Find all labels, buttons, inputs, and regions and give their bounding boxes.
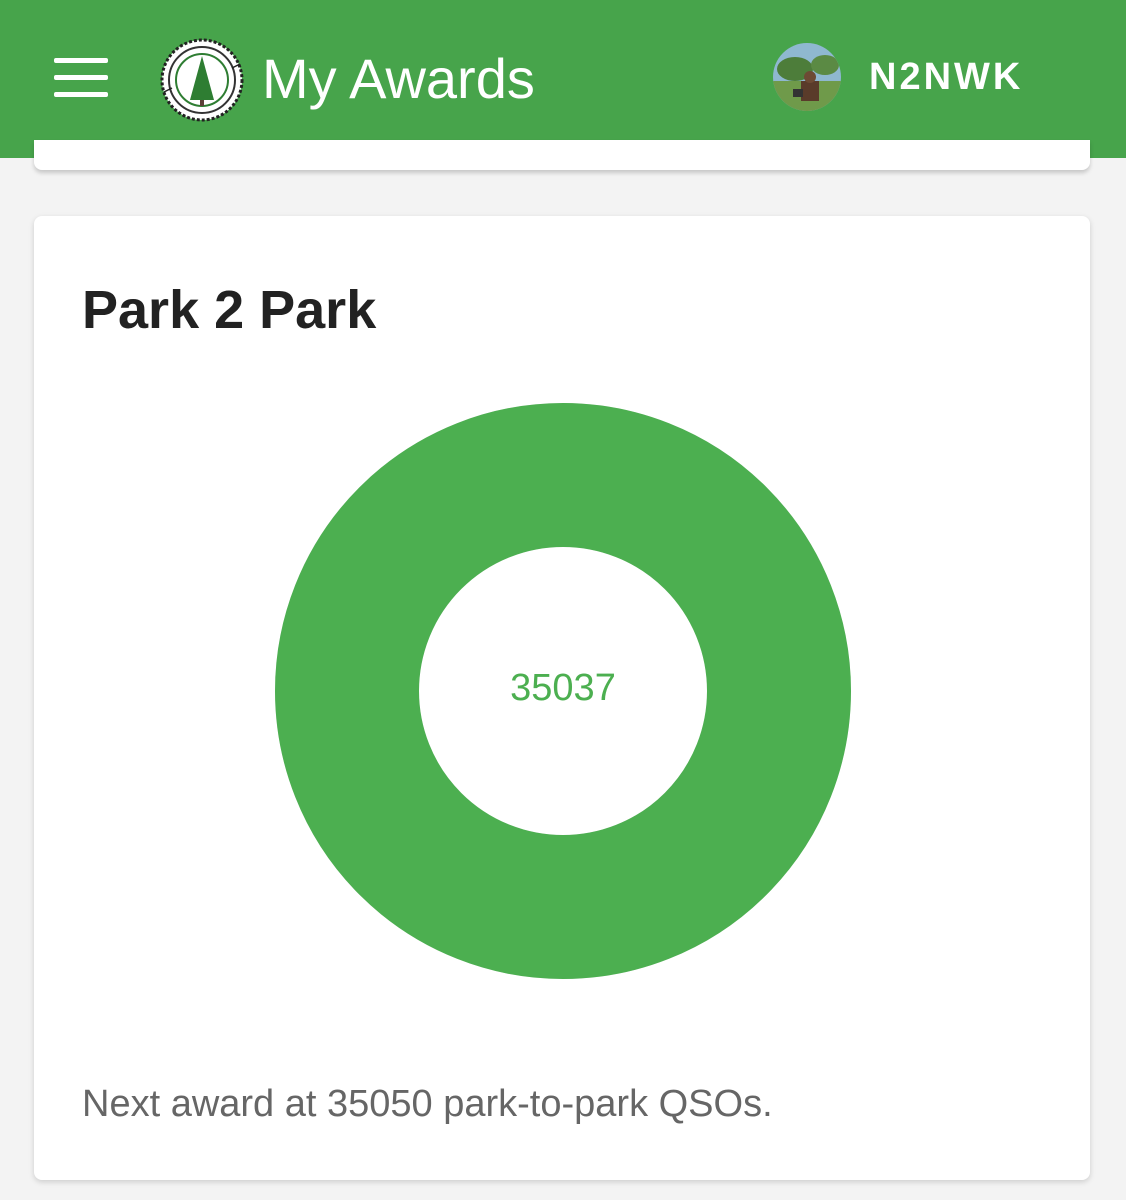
user-avatar[interactable]	[773, 43, 841, 111]
pota-logo-icon	[160, 38, 244, 122]
app-bar: My Awards N2NWK	[0, 0, 1126, 158]
progress-value: 35037	[510, 667, 616, 709]
app-title: My Awards	[262, 47, 535, 110]
card-title: Park 2 Park	[82, 280, 377, 340]
next-award-text: Next award at 35050 park-to-park QSOs.	[82, 1083, 773, 1125]
park-2-park-card: Park 2 Park 35037 Next award at 35050 pa…	[34, 216, 1090, 1180]
hamburger-menu-icon[interactable]	[54, 58, 108, 98]
previous-card-edge	[34, 140, 1090, 170]
username[interactable]: N2NWK	[869, 55, 1023, 99]
